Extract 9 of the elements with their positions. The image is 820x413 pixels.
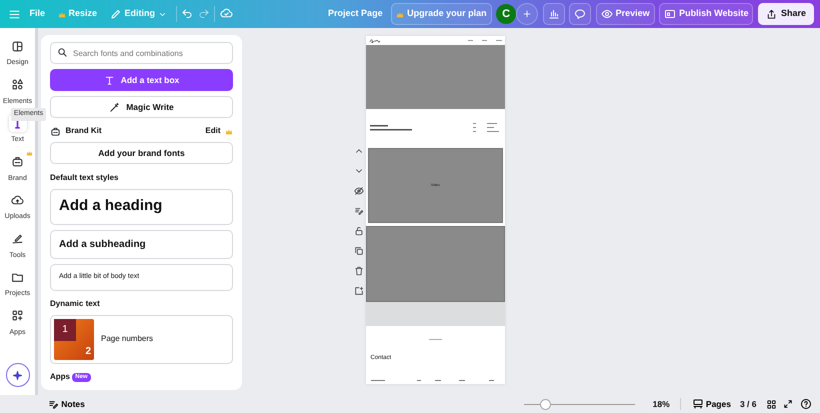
section-title: Dynamic text [50, 298, 101, 310]
project-title: Project Page [327, 7, 384, 20]
brand-kit-label: Brand Kit [66, 125, 102, 138]
page-numbers-thumbnail: 1 2 [54, 318, 94, 360]
section-title: Apps [50, 371, 70, 383]
zoom-reading: 18% [652, 398, 670, 410]
item-label: Page numbers [101, 333, 154, 346]
section-title: Default text styles [50, 172, 120, 184]
page-count: 3 / 6 [740, 398, 756, 410]
